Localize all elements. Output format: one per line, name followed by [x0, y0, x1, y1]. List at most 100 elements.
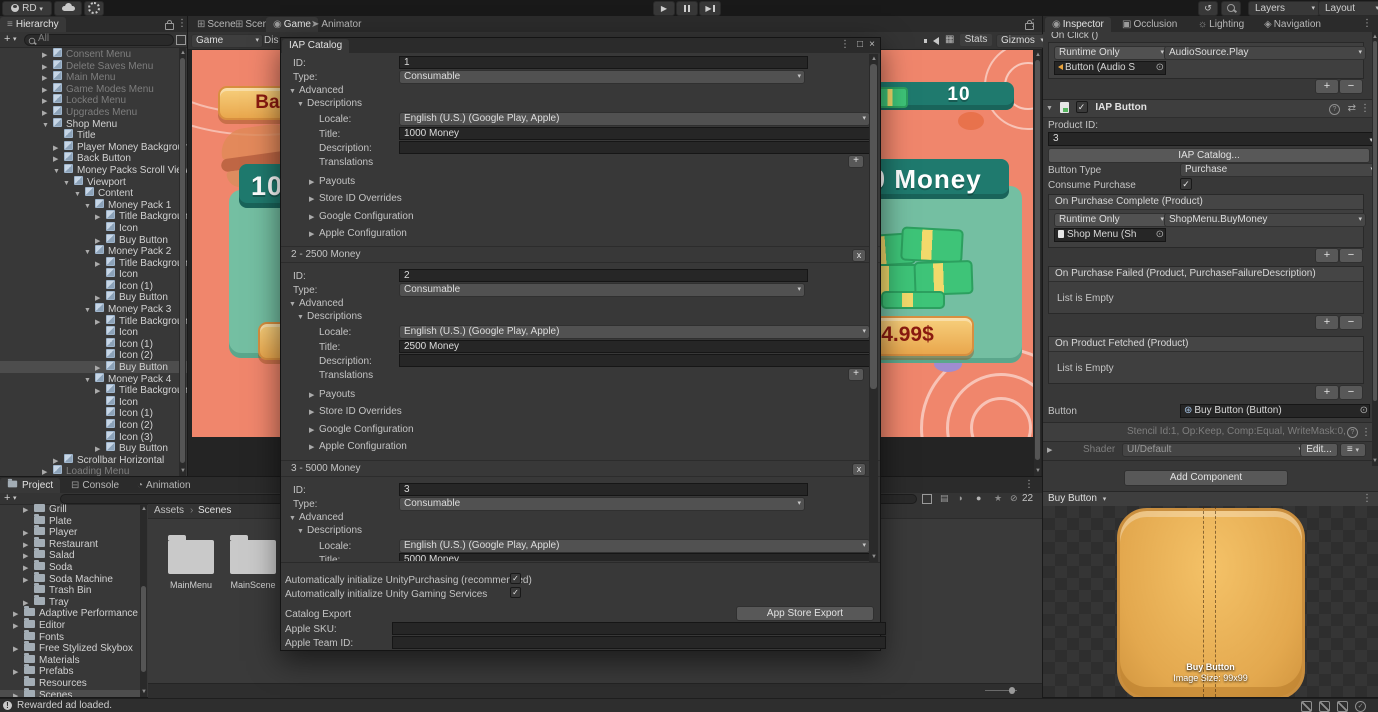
hierarchy-item[interactable]: ▼Money Pack 2: [0, 245, 187, 257]
open-in-search-icon[interactable]: [922, 494, 932, 504]
project-tree-item[interactable]: ▶Player: [0, 527, 142, 539]
title-input[interactable]: 1000 Money: [399, 127, 870, 140]
hierarchy-item[interactable]: Title: [0, 129, 187, 141]
material-header[interactable]: Stencil Id:1, Op:Keep, Comp:Equal, Write…: [1043, 422, 1378, 442]
tab-navigation[interactable]: ◈Navigation: [1257, 17, 1328, 32]
hierarchy-item[interactable]: Icon: [0, 396, 187, 408]
iap-scrollbar[interactable]: ▲ ▼: [869, 54, 878, 562]
google-configuration-foldout[interactable]: ▶Google Configuration: [309, 424, 414, 435]
tab-lighting[interactable]: ☼Lighting: [1191, 17, 1251, 32]
breadcrumb-root[interactable]: Assets: [154, 504, 184, 518]
hierarchy-item[interactable]: ▶Delete Saves Menu: [0, 60, 187, 72]
advanced-foldout[interactable]: ▼Advanced: [289, 85, 343, 96]
hierarchy-item[interactable]: ▶Buy Button: [0, 291, 187, 303]
type-dropdown[interactable]: Consumable▾: [399, 497, 805, 511]
tab-project[interactable]: Project: [0, 478, 60, 493]
google-configuration-foldout[interactable]: ▶Google Configuration: [309, 211, 414, 222]
project-tree-item[interactable]: ▶Adaptive Performance: [0, 608, 142, 620]
project-tree-item[interactable]: Materials: [0, 655, 142, 667]
project-tree-item[interactable]: Plate: [0, 516, 142, 528]
hierarchy-item[interactable]: Icon: [0, 326, 187, 338]
presets-icon[interactable]: ⇄: [1348, 101, 1356, 117]
project-tree-scroll-thumb[interactable]: [141, 586, 146, 672]
maximize-icon[interactable]: □: [857, 39, 863, 50]
status-message[interactable]: Rewarded ad loaded.: [17, 699, 112, 712]
shader-menu-button[interactable]: ≡ ▾: [1340, 443, 1366, 457]
account-button[interactable]: RD ▾: [2, 1, 52, 16]
event-remove-button[interactable]: −: [1339, 79, 1363, 94]
scroll-up-icon[interactable]: ▲: [180, 50, 186, 56]
type-dropdown[interactable]: Consumable▾: [399, 283, 805, 297]
descriptions-foldout[interactable]: ▼Descriptions: [297, 311, 362, 322]
event-add-button[interactable]: +: [1315, 248, 1339, 263]
hierarchy-item[interactable]: ▶Buy Button: [0, 442, 187, 454]
event-function-dropdown[interactable]: AudioSource.Play▾: [1164, 46, 1366, 60]
id-input[interactable]: 2: [399, 269, 808, 282]
apple-sku-input[interactable]: [392, 622, 886, 635]
hierarchy-item[interactable]: ▶Back Button: [0, 152, 187, 164]
hierarchy-item[interactable]: ▶Player Money Background: [0, 141, 187, 153]
cloud-button[interactable]: [54, 1, 82, 16]
object-picker-icon[interactable]: ⊙: [1360, 405, 1368, 417]
hierarchy-item[interactable]: ▶Main Menu: [0, 71, 187, 83]
step-button[interactable]: ▶: [699, 1, 721, 16]
event-remove-button[interactable]: −: [1339, 385, 1363, 400]
event-add-button[interactable]: +: [1315, 385, 1339, 400]
event-remove-button[interactable]: −: [1339, 315, 1363, 330]
description-input[interactable]: [399, 354, 870, 367]
kebab-menu-icon[interactable]: ⋮: [1361, 424, 1371, 441]
hierarchy-item[interactable]: Icon (2): [0, 419, 187, 431]
asset-item-mainmenu[interactable]: MainMenu: [165, 532, 217, 602]
project-tree-item[interactable]: Fonts: [0, 632, 142, 644]
scroll-down-icon[interactable]: ▼: [141, 689, 147, 695]
scroll-down-icon[interactable]: ▼: [180, 468, 186, 474]
kebab-menu-icon[interactable]: ⋮: [1362, 492, 1372, 505]
preview-header[interactable]: Buy Button ▾ ⋮: [1043, 491, 1378, 507]
layers-dropdown[interactable]: Layers▾: [1248, 1, 1320, 16]
locale-dropdown[interactable]: English (U.S.) (Google Play, Apple)▾: [399, 325, 870, 339]
descriptions-foldout[interactable]: ▼Descriptions: [297, 98, 362, 109]
tab-inspector[interactable]: ◉Inspector: [1045, 17, 1111, 32]
hierarchy-item[interactable]: ▼Shop Menu: [0, 118, 187, 130]
search-filter-icon[interactable]: [176, 35, 186, 45]
consume-purchase-checkbox[interactable]: ✓: [1180, 178, 1192, 190]
inspector-scroll-thumb[interactable]: [1373, 41, 1377, 401]
type-dropdown[interactable]: Consumable▾: [399, 70, 805, 84]
button-type-dropdown[interactable]: Purchase▾: [1180, 163, 1378, 177]
project-tree-item[interactable]: ▶Grill: [0, 504, 142, 516]
hierarchy-item[interactable]: Icon (1): [0, 338, 187, 350]
hierarchy-item[interactable]: Icon (1): [0, 407, 187, 419]
hierarchy-item[interactable]: ▼Content: [0, 187, 187, 199]
event-mode-dropdown[interactable]: Runtime Only▾: [1054, 46, 1168, 60]
notifications-muted-icon[interactable]: [1337, 701, 1348, 712]
alert-filter-icon[interactable]: ●: [976, 493, 981, 503]
hierarchy-scroll-thumb[interactable]: [180, 58, 185, 463]
lock-icon[interactable]: [165, 23, 174, 30]
project-tree-item[interactable]: ▶Editor: [0, 620, 142, 632]
audio-mute-icon[interactable]: [933, 37, 939, 45]
project-tree-item[interactable]: ▶Restaurant: [0, 539, 142, 551]
project-tree-item[interactable]: Resources: [0, 678, 142, 690]
foldout-arrow-icon[interactable]: ▶: [42, 467, 53, 476]
scroll-down-icon[interactable]: ▼: [871, 554, 877, 560]
iap-window-title-tab[interactable]: IAP Catalog: [282, 39, 349, 53]
product-id-dropdown[interactable]: 3 ▾: [1048, 132, 1378, 146]
display-target-dropdown[interactable]: Game▾: [191, 34, 263, 48]
auto-ugs-checkbox[interactable]: ✓: [510, 587, 521, 598]
translations-add-button[interactable]: +: [848, 368, 864, 381]
help-icon[interactable]: ?: [1347, 427, 1358, 438]
chevron-down-icon[interactable]: ▾: [13, 494, 17, 502]
shader-edit-button[interactable]: Edit...: [1300, 443, 1338, 457]
tab-console[interactable]: ⊟Console: [64, 478, 126, 493]
hierarchy-item[interactable]: ▶Title Background: [0, 257, 187, 269]
layout-dropdown[interactable]: Layout▾: [1318, 1, 1378, 16]
hierarchy-scrollbar[interactable]: ▲ ▼: [179, 48, 186, 476]
create-add-button[interactable]: +: [4, 33, 10, 45]
hierarchy-item[interactable]: ▶Scrollbar Horizontal: [0, 454, 187, 466]
project-tree-item[interactable]: ▶Free Stylized Skybox: [0, 643, 142, 655]
foldout-arrow-icon[interactable]: ▶: [1047, 446, 1058, 454]
inspector-scrollbar[interactable]: ▲ ▼: [1372, 32, 1378, 466]
hierarchy-item[interactable]: ▼Money Packs Scroll View: [0, 164, 187, 176]
hierarchy-item[interactable]: ▶Consent Menu: [0, 48, 187, 60]
app-store-export-button[interactable]: App Store Export: [736, 606, 874, 621]
